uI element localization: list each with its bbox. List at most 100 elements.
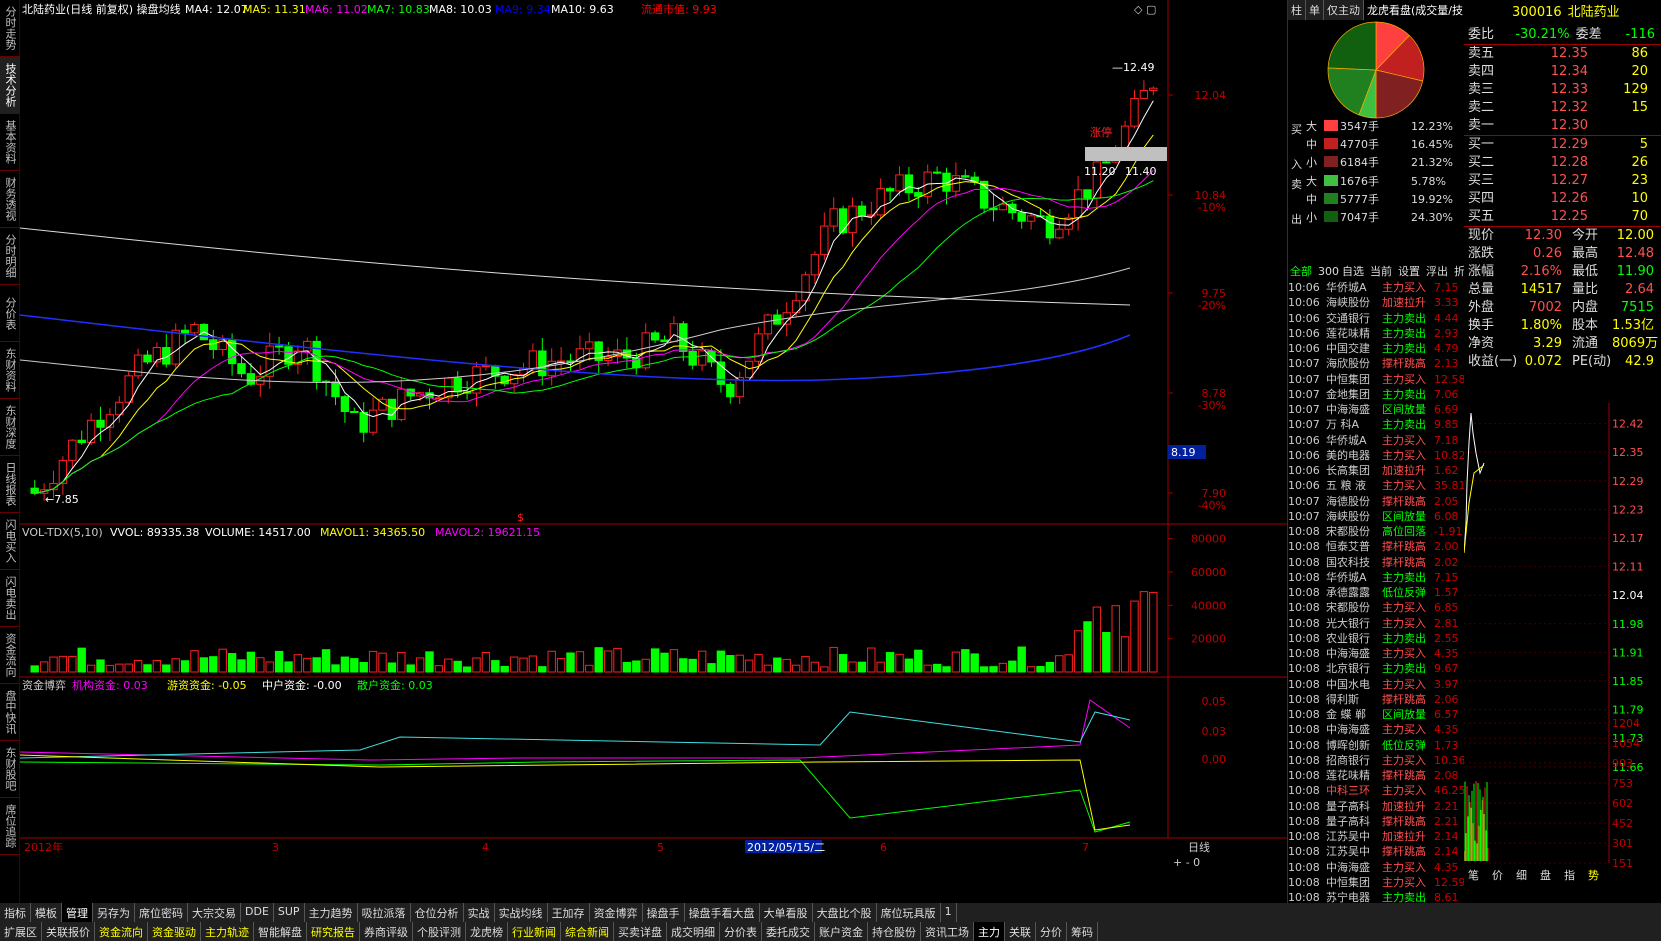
mini-axis-label: 11.85 (1612, 675, 1644, 688)
left-tab-7[interactable]: 东财深度 (0, 399, 20, 456)
left-tab-10[interactable]: 闪电卖出 (0, 570, 20, 627)
left-tab-4[interactable]: 分时明细 (0, 228, 20, 285)
left-tab-13[interactable]: 东财股吧 (0, 741, 20, 798)
bottom_tabs2-19[interactable]: 主力 (974, 922, 1005, 941)
kline-chart-area[interactable]: 北陆药业(日线 前复权) 操盘均线 MA4: 12.07 MA5: 11.31 MA6… (20, 0, 1288, 903)
bottom_tabs2-1[interactable]: 关联报价 (42, 922, 95, 941)
bottom_tabs2-22[interactable]: 筹码 (1067, 922, 1098, 941)
bottom_tabs1-7[interactable]: SUP (274, 903, 305, 922)
bottom_tabs2-10[interactable]: 行业新闻 (508, 922, 561, 941)
bottom_tabs1-4[interactable]: 席位密码 (135, 903, 188, 922)
volume-bar (904, 658, 914, 673)
mini-tab-5[interactable]: 势 (1588, 869, 1599, 882)
flow-buy-label: 买 (1291, 123, 1302, 136)
deal-stock: 万 科A (1326, 418, 1360, 432)
left-tab-2[interactable]: 基本资料 (0, 114, 20, 171)
bottom_tabs2-4[interactable]: 主力轨迹 (201, 922, 254, 941)
mini-axis-label: 903 (1612, 757, 1633, 770)
bottom_tabs1-1[interactable]: 模板 (31, 903, 62, 922)
mini-tab-1[interactable]: 价 (1492, 869, 1503, 882)
bottom_tabs2-6[interactable]: 研究报告 (307, 922, 360, 941)
candle-body (914, 192, 923, 197)
deal-row: 10:07 中恒集团 主力买入 12.58 (1288, 372, 1464, 387)
bottom_tabs1-9[interactable]: 吸拉派落 (358, 903, 411, 922)
mini-tab-4[interactable]: 指 (1564, 868, 1575, 882)
left-tab-12[interactable]: 盘中快讯 (0, 684, 20, 741)
bottom_tabs1-6[interactable]: DDE (241, 903, 274, 922)
deal-time: 10:08 (1288, 525, 1320, 538)
bottom_tabs1-3[interactable]: 另存为 (93, 903, 135, 922)
stat-row: 净资 3.29 流通 8069万 (1464, 335, 1661, 353)
bottom_tabs2-20[interactable]: 关联 (1005, 922, 1036, 941)
right-tab-2[interactable]: 仅主动 (1324, 0, 1364, 20)
bottom_tabs2-16[interactable]: 账户资金 (815, 922, 868, 941)
bottom_tabs1-20[interactable]: 1 (941, 903, 957, 922)
bottom_tabs2-18[interactable]: 资讯工场 (921, 922, 974, 941)
bottom_tabs2-12[interactable]: 买卖详盘 (614, 922, 667, 941)
bottom_tabs2-13[interactable]: 成交明细 (667, 922, 720, 941)
bottom_tabs1-11[interactable]: 实战 (464, 903, 495, 922)
bottom_tabs1-13[interactable]: 王加存 (548, 903, 590, 922)
bottom_tabs1-17[interactable]: 大单看股 (760, 903, 813, 922)
bottom_tabs2-17[interactable]: 持仓股份 (868, 922, 921, 941)
candle-body (368, 409, 378, 433)
price-pct-label: -10% (1198, 201, 1226, 214)
mini-tab-3[interactable]: 盘 (1540, 868, 1551, 882)
flow-color-swatch (1324, 211, 1338, 222)
bottom_tabs1-12[interactable]: 实战均线 (495, 903, 548, 922)
left-tab-3[interactable]: 财务透视 (0, 171, 20, 228)
mini-timeshare-chart[interactable]: 12.4812.4212.3512.2912.2312.1712.1112.04… (1464, 403, 1661, 883)
bottom_tabs1-5[interactable]: 大宗交易 (188, 903, 241, 922)
deal-tab-5[interactable]: 浮出 (1426, 264, 1448, 278)
right-tab-1[interactable]: 单 (1306, 0, 1324, 20)
candle-body (669, 323, 679, 343)
deal-tab-3[interactable]: 当前 (1370, 264, 1392, 278)
bottom_tabs2-11[interactable]: 综合新闻 (561, 922, 614, 941)
mini-tab-0[interactable]: 笔 (1468, 868, 1479, 882)
bottom_tabs1-10[interactable]: 仓位分析 (411, 903, 464, 922)
right-tab-3[interactable]: 龙虎看盘(成交量/技 (1364, 0, 1467, 20)
bottom_tabs1-2[interactable]: 管理 (62, 903, 93, 922)
bottom_tabs2-14[interactable]: 分价表 (720, 922, 762, 941)
bottom_tabs1-19[interactable]: 席位玩具版 (877, 903, 941, 922)
bottom_tabs2-5[interactable]: 智能解盘 (254, 922, 307, 941)
mini-axis-label: 12.23 (1612, 503, 1644, 516)
mini-tab-2[interactable]: 细 (1516, 869, 1527, 882)
deal-stock: 国农科技 (1326, 555, 1370, 569)
left-tab-8[interactable]: 日线报表 (0, 456, 20, 513)
bottom_tabs2-9[interactable]: 龙虎榜 (466, 922, 508, 941)
bottom_tabs2-0[interactable]: 扩展区 (0, 922, 42, 941)
deal-tab-0[interactable]: 全部 (1290, 264, 1312, 278)
bottom_tabs1-8[interactable]: 主力趋势 (305, 903, 358, 922)
left-tab-9[interactable]: 闪电买入 (0, 513, 20, 570)
left-tab-1[interactable]: 技术分析 (0, 57, 20, 114)
bottom_tabs2-21[interactable]: 分价 (1036, 922, 1067, 941)
deal-stock: 北京银行 (1326, 662, 1370, 676)
stat-value: 1.80% (1520, 318, 1562, 333)
bottom_tabs1-15[interactable]: 操盘手 (643, 903, 685, 922)
bottom_tabs2-3[interactable]: 资金驱动 (148, 922, 201, 941)
left-tab-11[interactable]: 资金流向 (0, 627, 20, 684)
left-tab-5[interactable]: 分价表 (0, 285, 20, 342)
bottom_tabs1-16[interactable]: 操盘手看大盘 (685, 903, 760, 922)
right-tab-0[interactable]: 柱 (1288, 0, 1306, 20)
bottom_tabs1-14[interactable]: 资金博弈 (590, 903, 643, 922)
bottom_tabs2-8[interactable]: 个股评测 (413, 922, 466, 941)
deal-time: 10:08 (1288, 631, 1320, 645)
volume-tick-label: 80000 (1191, 533, 1226, 546)
bottom_tabs2-7[interactable]: 券商评级 (360, 922, 413, 941)
left-tab-14[interactable]: 席位追踪 (0, 798, 20, 855)
bottom_tabs2-15[interactable]: 委托成交 (762, 922, 815, 941)
left-tab-0[interactable]: 分时走势 (0, 0, 20, 57)
deal-tab-1[interactable]: 300 (1318, 265, 1339, 278)
deal-row: 10:08 北京银行 主力卖出 9.67 (1288, 661, 1464, 676)
bottom_tabs2-2[interactable]: 资金流向 (95, 922, 148, 941)
deal-tab-2[interactable]: 自选 (1342, 265, 1364, 278)
deal-tab-6[interactable]: 折 (1454, 264, 1464, 278)
bottom_tabs1-18[interactable]: 大盘比个股 (813, 903, 877, 922)
kline-chart-svg[interactable]: 北陆药业(日线 前复权) 操盘均线 MA4: 12.07MA5: 11.31 MA6… (20, 0, 1288, 903)
volume-bar (820, 666, 829, 673)
bottom_tabs1-0[interactable]: 指标 (0, 903, 31, 922)
left-tab-6[interactable]: 东财资料 (0, 342, 20, 399)
deal-tab-4[interactable]: 设置 (1398, 265, 1420, 278)
